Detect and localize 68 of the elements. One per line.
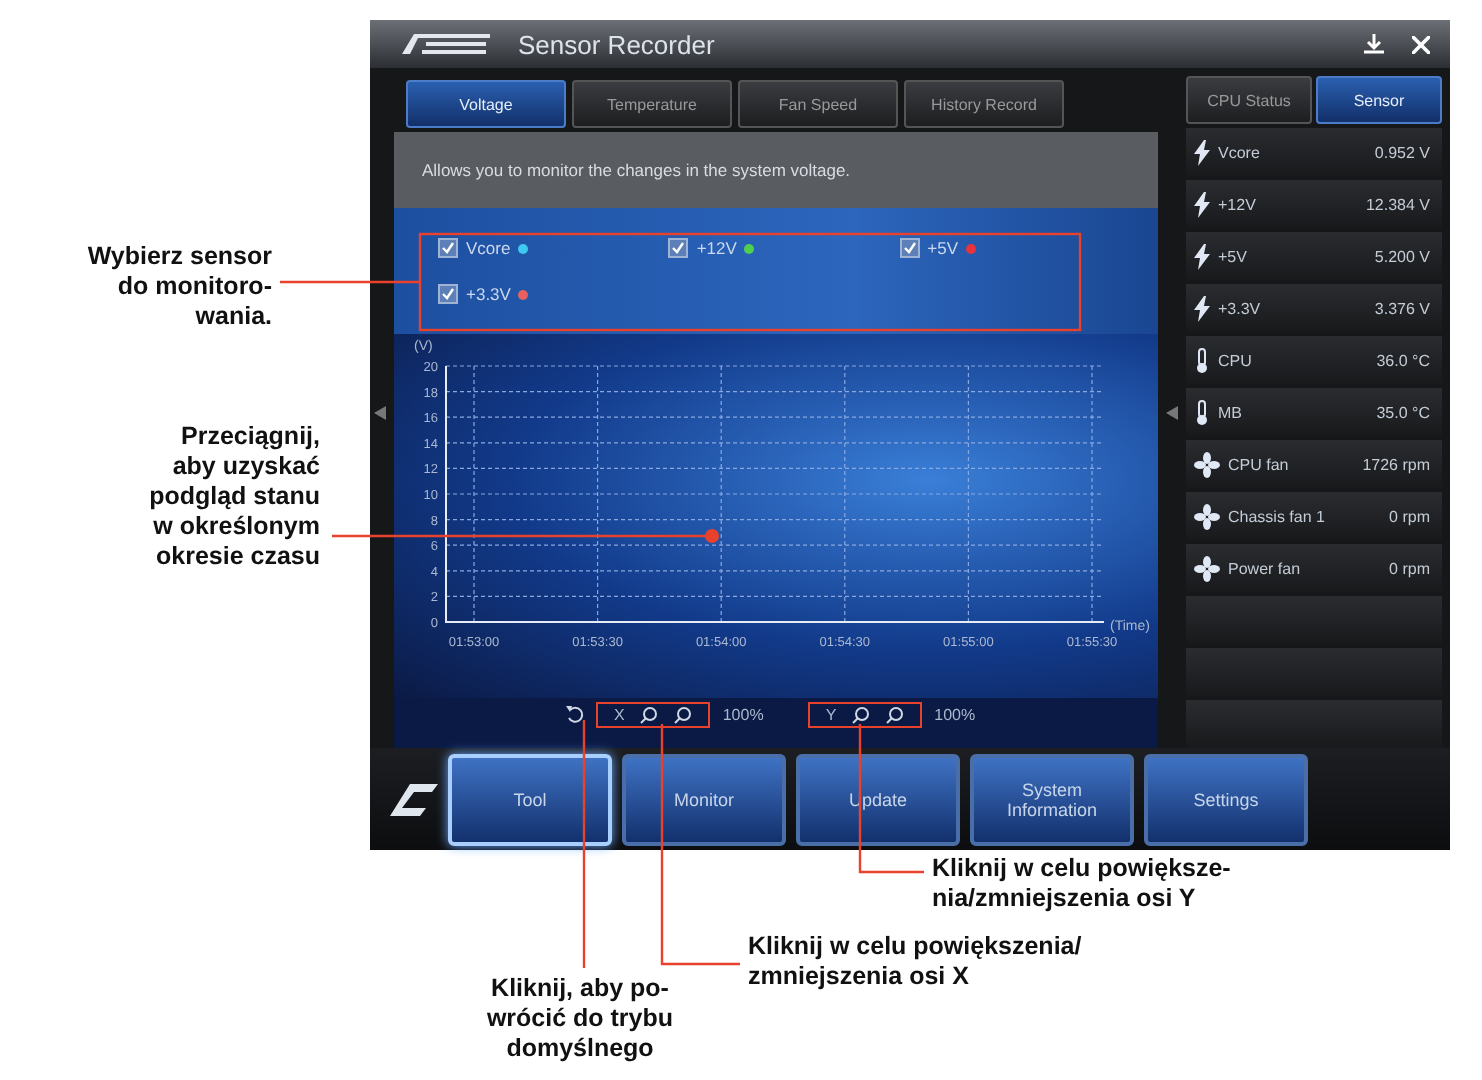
sensor-name: MB <box>1218 403 1244 422</box>
fan-icon <box>1194 503 1220 530</box>
lightning-icon <box>1194 295 1210 322</box>
callout-text: Kliknij, aby po- wrócić do trybu domyślnego <box>484 974 676 1064</box>
sensor-label: +5V <box>927 238 959 259</box>
tab[interactable]: Temperature <box>572 80 732 129</box>
sensor-value: 0 rpm <box>1389 507 1430 526</box>
magnifier-icon[interactable] <box>852 706 871 725</box>
checkbox[interactable] <box>438 238 458 259</box>
tab[interactable]: History Record <box>904 80 1064 129</box>
lightning-icon <box>1194 243 1210 270</box>
sensor-value: 0 rpm <box>1389 559 1430 578</box>
logo-icon <box>402 34 490 55</box>
sensor-value: 3.376 V <box>1374 299 1430 318</box>
left-arrow-icon[interactable] <box>1166 405 1178 420</box>
tab[interactable]: Fan Speed <box>738 80 898 129</box>
sensor-value: 35.0 °C <box>1376 403 1430 422</box>
sensor-name: Power fan <box>1228 559 1303 578</box>
sensor-value: 5.200 V <box>1374 247 1430 266</box>
leader-line <box>280 280 420 284</box>
menu-button[interactable]: Tool <box>448 753 612 846</box>
menu-button[interactable]: Monitor <box>622 753 786 846</box>
fan-icon <box>1194 555 1220 582</box>
thermometer-icon <box>1194 347 1210 374</box>
sensor-name: Chassis fan 1 <box>1228 507 1327 526</box>
fan-icon <box>1194 451 1220 478</box>
checkbox[interactable] <box>899 238 920 259</box>
sensor-value: 12.384 V <box>1365 195 1430 214</box>
sensor-name: Vcore <box>1218 143 1262 162</box>
sensor-label: Vcore <box>466 238 511 259</box>
menu-button[interactable]: Settings <box>1144 753 1308 846</box>
sensor-name: CPU <box>1218 351 1254 370</box>
window-title: Sensor Recorder <box>518 29 717 60</box>
magnifier-icon[interactable] <box>640 706 659 725</box>
sensor-value: 0.952 V <box>1374 143 1430 162</box>
axis-name: Y <box>825 706 837 725</box>
sensor-value: 1726 rpm <box>1362 455 1430 474</box>
minimize-icon[interactable] <box>1364 34 1384 55</box>
sensor-name: +5V <box>1218 247 1249 266</box>
logo-icon <box>390 783 438 816</box>
tab[interactable]: Voltage <box>406 80 566 129</box>
callout-text: Kliknij w celu powiększe- nia/zmniejszenia osi Y <box>932 854 1233 914</box>
close-icon[interactable] <box>1412 35 1430 54</box>
callout-text: Wybierz sensor do monitoro- wania. <box>85 242 272 332</box>
sensor-label: +3.3V <box>466 284 511 305</box>
sensor-name: +3.3V <box>1218 299 1263 318</box>
lightning-icon <box>1194 191 1210 218</box>
description-bar: Allows you to monitor the changes in the system voltage. <box>394 132 1158 209</box>
checkbox[interactable] <box>438 284 458 305</box>
menu-button[interactable]: System Information <box>970 753 1134 846</box>
magnifier-icon[interactable] <box>674 706 693 725</box>
axis-name: X <box>614 706 625 725</box>
checkbox[interactable] <box>668 238 689 259</box>
sensor-name: +12V <box>1218 195 1258 214</box>
zoom-value: 100% <box>722 706 764 725</box>
lightning-icon <box>1194 139 1210 166</box>
callout-text: Przeciągnij, aby uzyskać podgląd stanu w określonym okresie czasu <box>147 422 320 572</box>
zoom-value: 100% <box>934 706 976 725</box>
callout-text: Kliknij w celu powiększenia/ zmniejszenia osi X <box>748 932 1084 992</box>
sensor-value: 36.0 °C <box>1376 351 1430 370</box>
tab[interactable]: Sensor <box>1316 76 1442 125</box>
left-arrow-icon[interactable] <box>374 405 386 420</box>
tab[interactable]: CPU Status <box>1186 76 1312 125</box>
reset-icon[interactable] <box>566 706 584 725</box>
sensor-name: CPU fan <box>1228 455 1291 474</box>
thermometer-icon <box>1194 399 1210 426</box>
magnifier-icon[interactable] <box>886 706 905 725</box>
sensor-label: +12V <box>696 238 737 259</box>
